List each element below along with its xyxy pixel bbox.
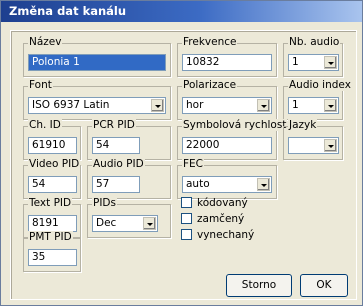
text-pid-input[interactable]: 8191 [28,215,77,232]
zamceny-checkbox[interactable]: zamčený [181,213,244,226]
label-nazev: Název [28,36,63,48]
storno-button[interactable]: Storno [226,274,292,297]
dialog-window: Změna dat kanálu Název Polonia 1 Frekven… [0,0,363,306]
audio-index-select[interactable]: 1 [288,97,339,114]
jazyk-select[interactable] [288,137,339,154]
chevron-down-icon[interactable] [143,217,156,230]
pids-value: Dec [96,217,117,229]
group-nb-audio: Nb. audio 1 [283,36,343,77]
label-jazyk: Jazyk [288,119,318,131]
nazev-input[interactable]: Polonia 1 [28,54,166,71]
group-symbol: Symbolová rychlost 22000 [177,119,288,160]
dialog-panel: Název Polonia 1 Frekvence 10832 Nb. audi… [10,30,357,300]
checkbox-box[interactable] [181,213,192,224]
pmt-pid-input[interactable]: 35 [28,249,77,266]
kodovany-checkbox[interactable]: kódovaný [181,197,248,210]
group-ch-id: Ch. ID 61910 [23,119,81,160]
polarizace-value: hor [186,99,204,111]
group-jazyk: Jazyk [283,119,343,160]
label-polarizace: Polarizace [182,79,238,91]
checkbox-box[interactable] [181,229,192,240]
label-text-pid: Text PID [28,197,73,209]
checkbox-box[interactable] [181,197,192,208]
zamceny-label: zamčený [197,213,245,225]
pcr-pid-input[interactable]: 54 [92,137,140,154]
dialog-title: Změna dat kanálu [1,1,362,22]
chevron-down-icon[interactable] [257,178,270,191]
label-nb-audio: Nb. audio [288,36,341,48]
ok-button[interactable]: OK [300,274,348,297]
group-audio-pid: Audio PID 57 [87,158,171,199]
group-audio-index: Audio index 1 [283,79,352,120]
label-symbol: Symbolová rychlost [182,119,288,131]
group-nazev: Název Polonia 1 [23,36,171,77]
chevron-down-icon[interactable] [324,56,337,69]
label-font: Font [28,79,53,91]
fec-select[interactable]: auto [182,176,272,193]
chevron-down-icon[interactable] [151,99,164,112]
frekvence-input[interactable]: 10832 [182,54,272,71]
vynechany-label: vynechaný [197,229,255,241]
symbol-rate-input[interactable]: 22000 [182,137,272,154]
video-pid-input[interactable]: 54 [28,176,77,193]
nb-audio-value: 1 [292,56,299,68]
label-pids: PIDs [92,197,117,209]
group-pids: PIDs Dec [87,197,171,238]
group-polarizace: Polarizace hor [177,79,277,120]
ch-id-input[interactable]: 61910 [28,137,77,154]
label-pcr-pid: PCR PID [92,119,136,131]
vynechany-checkbox[interactable]: vynechaný [181,229,254,242]
font-select[interactable]: ISO 6937 Latin [28,97,166,114]
group-frekvence: Frekvence 10832 [177,36,277,77]
group-fec: FEC auto [177,158,277,199]
label-video-pid: Video PID [28,158,81,170]
polarizace-select[interactable]: hor [182,97,272,114]
audio-index-value: 1 [292,99,299,111]
group-pmt-pid: PMT PID 35 [23,231,81,272]
label-ch-id: Ch. ID [28,119,62,131]
label-audio-index: Audio index [288,79,352,91]
fec-value: auto [186,178,210,190]
audio-pid-input[interactable]: 57 [92,176,140,193]
chevron-down-icon[interactable] [257,99,270,112]
label-fec: FEC [182,158,205,170]
label-pmt-pid: PMT PID [28,231,73,243]
chevron-down-icon[interactable] [324,139,337,152]
nb-audio-select[interactable]: 1 [288,54,339,71]
group-pcr-pid: PCR PID 54 [87,119,171,160]
font-value: ISO 6937 Latin [32,99,110,111]
label-audio-pid: Audio PID [92,158,145,170]
label-frekvence: Frekvence [182,36,238,48]
pids-select[interactable]: Dec [92,215,158,232]
group-video-pid: Video PID 54 [23,158,81,199]
group-font: Font ISO 6937 Latin [23,79,171,120]
kodovany-label: kódovaný [197,197,248,209]
chevron-down-icon[interactable] [324,99,337,112]
